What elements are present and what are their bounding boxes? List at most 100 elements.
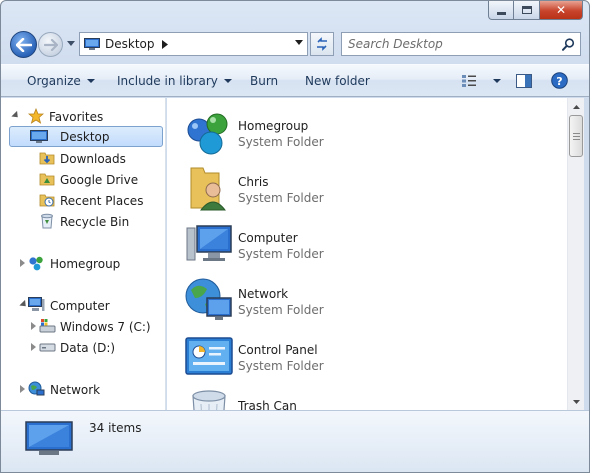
caption-buttons: ✕ <box>488 1 583 20</box>
recent-pages-dropdown[interactable] <box>66 38 76 48</box>
new-folder-button[interactable]: New folder <box>305 65 370 96</box>
nav-item-label: Recycle Bin <box>60 214 130 229</box>
item-type: System Folder <box>238 135 324 149</box>
search-icon[interactable] <box>562 38 575 51</box>
navigation-bar: Desktop <box>1 29 589 61</box>
desktop-icon <box>25 421 73 455</box>
nav-homegroup-label: Homegroup <box>50 256 121 271</box>
recycle-bin-icon <box>41 213 53 229</box>
include-in-library-button[interactable]: Include in library <box>117 65 232 96</box>
nav-network[interactable]: Network <box>8 379 158 400</box>
close-icon: ✕ <box>555 3 567 17</box>
item-type: System Folder <box>238 359 324 373</box>
address-dropdown-icon[interactable] <box>295 40 303 45</box>
view-options-icon <box>462 74 476 87</box>
expand-arrow-icon[interactable] <box>20 385 25 393</box>
scroll-up-button[interactable] <box>568 98 585 115</box>
homegroup-icon <box>187 113 228 155</box>
desktop-icon <box>84 37 100 50</box>
nav-item-label: Downloads <box>60 151 126 166</box>
view-dropdown-button[interactable] <box>487 65 501 96</box>
chevron-down-icon <box>86 78 95 83</box>
scroll-thumb[interactable] <box>569 115 583 157</box>
item-type: System Folder <box>238 303 324 317</box>
nav-item-windows-drive[interactable]: Windows 7 (C:) <box>9 316 159 337</box>
search-box[interactable] <box>341 32 581 56</box>
item-name: Computer <box>238 231 298 245</box>
homegroup-icon <box>29 256 43 271</box>
expand-arrow-icon[interactable] <box>20 259 25 267</box>
control-panel-icon <box>185 337 233 375</box>
item-count: 34 items <box>89 421 142 435</box>
burn-label: Burn <box>250 73 279 88</box>
item-name: Chris <box>238 175 269 189</box>
nav-favorites-label: Favorites <box>49 109 104 124</box>
nav-homegroup[interactable]: Homegroup <box>8 253 158 274</box>
expand-arrow-icon[interactable] <box>31 322 36 330</box>
network-icon <box>185 278 232 320</box>
collapse-arrow-icon[interactable] <box>11 110 21 121</box>
desktop-icon <box>30 130 48 143</box>
nav-item-recycle-bin[interactable]: Recycle Bin <box>9 211 159 232</box>
list-item[interactable]: Computer System Folder <box>183 220 553 276</box>
refresh-icon <box>317 37 327 51</box>
organize-label: Organize <box>27 73 81 88</box>
nav-computer[interactable]: Computer <box>8 295 158 316</box>
nav-item-label: Recent Places <box>60 193 144 208</box>
nav-item-label: Desktop <box>60 129 110 144</box>
preview-pane-button[interactable] <box>516 65 532 96</box>
nav-item-label: Google Drive <box>60 172 139 187</box>
recent-places-icon <box>39 194 55 207</box>
vertical-scrollbar[interactable] <box>567 98 584 410</box>
scroll-down-button[interactable] <box>568 393 585 410</box>
chevron-up-icon <box>573 104 580 109</box>
chevron-down-icon <box>493 78 501 83</box>
burn-button[interactable]: Burn <box>250 65 278 96</box>
forward-arrow-icon <box>43 38 58 51</box>
downloads-folder-icon <box>39 152 55 165</box>
google-drive-folder-icon <box>39 173 55 186</box>
data-drive-icon <box>39 343 56 352</box>
command-bar: Organize Include in library Burn New fol… <box>1 64 589 97</box>
new-folder-label: New folder <box>305 73 370 88</box>
details-pane: 34 items <box>1 410 589 472</box>
network-icon <box>28 381 45 396</box>
close-button[interactable]: ✕ <box>540 1 583 20</box>
nav-item-data-drive[interactable]: Data (D:) <box>9 337 159 358</box>
svg-text:?: ? <box>556 75 562 88</box>
refresh-button[interactable] <box>310 32 334 56</box>
forward-button[interactable] <box>38 32 63 57</box>
nav-item-desktop[interactable]: Desktop <box>9 126 163 147</box>
minimize-button[interactable] <box>488 1 514 20</box>
star-icon <box>28 108 44 124</box>
list-item[interactable]: Network System Folder <box>183 276 553 332</box>
address-text: Desktop <box>105 37 155 51</box>
list-item[interactable]: Homegroup System Folder <box>183 108 553 164</box>
computer-icon <box>28 297 45 311</box>
organize-button[interactable]: Organize <box>27 65 95 96</box>
list-item[interactable]: Control Panel System Folder <box>183 332 553 388</box>
search-input[interactable] <box>348 37 548 51</box>
grip-line <box>573 136 580 137</box>
list-item[interactable]: Chris System Folder <box>183 164 553 220</box>
help-button[interactable]: ? <box>551 65 568 96</box>
address-bar[interactable]: Desktop <box>79 32 308 56</box>
nav-item-google-drive[interactable]: Google Drive <box>9 169 159 190</box>
preview-pane-icon <box>516 73 532 88</box>
minimize-icon <box>496 11 506 15</box>
list-item[interactable]: Trash Can <box>183 388 553 410</box>
item-type: System Folder <box>238 191 324 205</box>
nav-item-downloads[interactable]: Downloads <box>9 148 159 169</box>
back-button[interactable] <box>10 31 37 58</box>
maximize-button[interactable] <box>514 1 540 20</box>
chevron-down-icon <box>67 40 75 46</box>
nav-favorites[interactable]: Favorites <box>8 106 158 127</box>
nav-item-recent-places[interactable]: Recent Places <box>9 190 159 211</box>
breadcrumb-arrow-icon[interactable] <box>161 39 168 49</box>
help-icon: ? <box>551 72 568 89</box>
item-name: Trash Can <box>238 399 297 410</box>
item-name: Network <box>238 287 289 301</box>
maximize-icon <box>521 6 532 14</box>
expand-arrow-icon[interactable] <box>31 343 36 351</box>
change-view-button[interactable] <box>461 65 477 96</box>
